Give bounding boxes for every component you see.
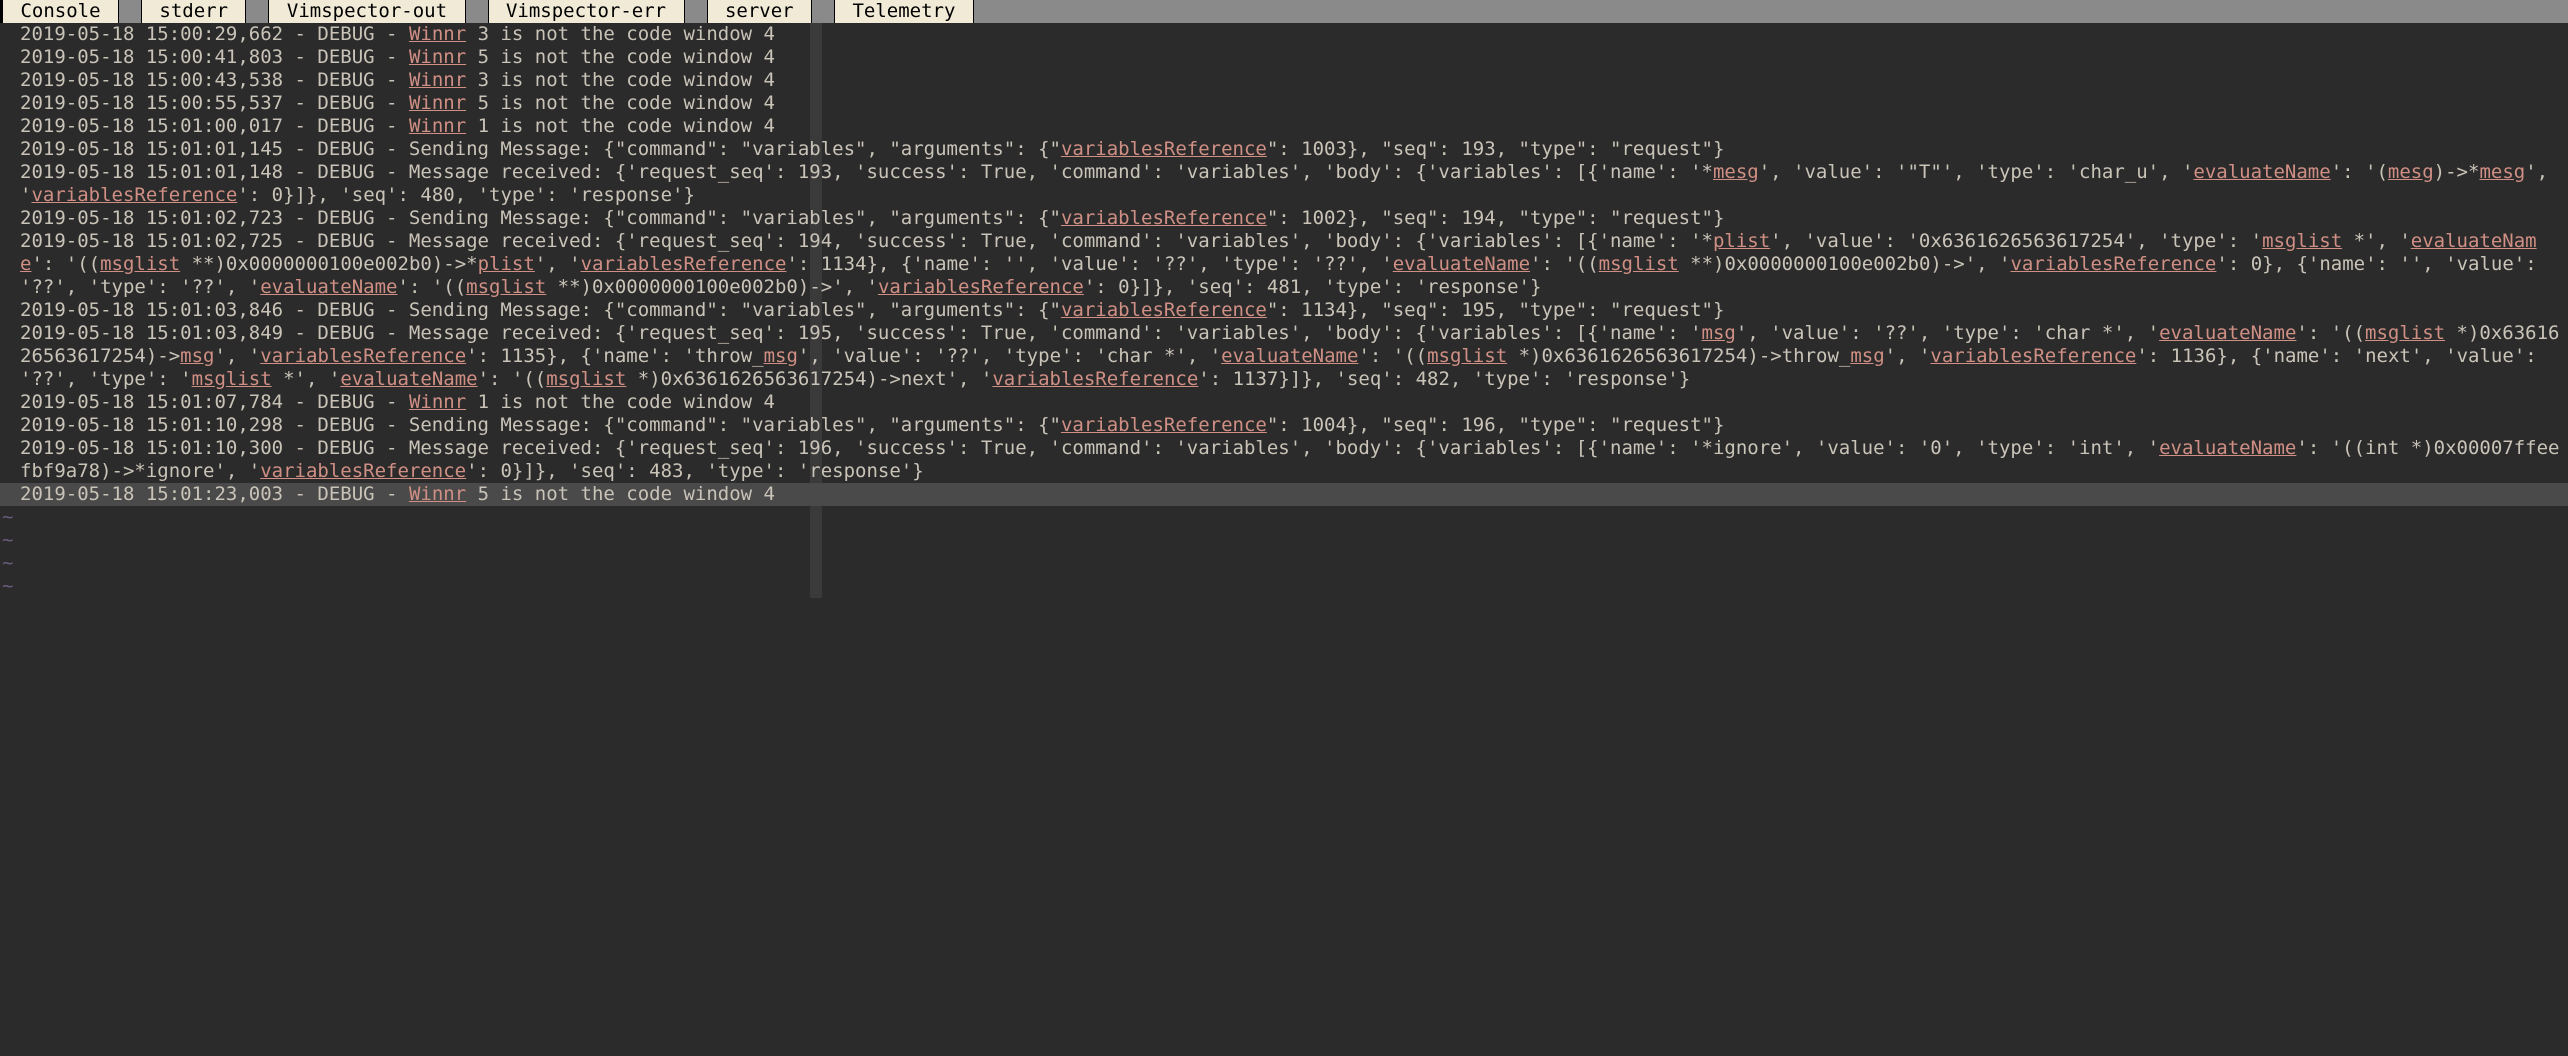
highlight-token: variablesReference — [1930, 345, 2136, 367]
highlight-token: Winnr — [409, 483, 466, 505]
highlight-token: msglist — [192, 368, 272, 390]
highlight-token: msglist — [546, 368, 626, 390]
highlight-token: Winnr — [409, 115, 466, 137]
log-content: 2019-05-18 15:00:29,662 - DEBUG - Winnr … — [0, 23, 2568, 598]
tab-server[interactable]: server — [707, 0, 813, 23]
highlight-token: evaluateName — [1221, 345, 1358, 367]
highlight-token: msg — [764, 345, 798, 367]
highlight-token: variablesReference — [260, 345, 466, 367]
log-line: 2019-05-18 15:01:10,300 - DEBUG - Messag… — [0, 437, 2568, 483]
highlight-token: variablesReference — [31, 184, 237, 206]
log-line: 2019-05-18 15:00:55,537 - DEBUG - Winnr … — [0, 92, 2568, 115]
tab-vimspector-out[interactable]: Vimspector-out — [268, 0, 465, 23]
highlight-token: variablesReference — [1061, 207, 1267, 229]
highlight-token: evaluateName — [260, 276, 397, 298]
highlight-token: msglist — [1427, 345, 1507, 367]
tab-stderr[interactable]: stderr — [141, 0, 247, 23]
log-line: 2019-05-18 15:00:29,662 - DEBUG - Winnr … — [0, 23, 2568, 46]
highlight-token: Winnr — [409, 69, 466, 91]
tab-console[interactable]: Console — [0, 0, 119, 23]
highlight-token: evaluateName — [340, 368, 477, 390]
highlight-token: variablesReference — [2010, 253, 2216, 275]
highlight-token: mesg — [2479, 161, 2525, 183]
empty-line-tilde: ~ — [0, 506, 2568, 529]
tab-telemetry[interactable]: Telemetry — [834, 0, 974, 23]
highlight-token: variablesReference — [878, 276, 1084, 298]
tab-bar: Console stderr Vimspector-out Vimspector… — [0, 0, 2568, 23]
log-line: 2019-05-18 15:00:43,538 - DEBUG - Winnr … — [0, 69, 2568, 92]
highlight-token: Winnr — [409, 23, 466, 45]
log-line: 2019-05-18 15:01:01,145 - DEBUG - Sendin… — [0, 138, 2568, 161]
highlight-token: msglist — [466, 276, 546, 298]
highlight-token: msg — [1702, 322, 1736, 344]
highlight-token: evaluateName — [2159, 322, 2296, 344]
highlight-token: Winnr — [409, 46, 466, 68]
highlight-token: mesg — [2388, 161, 2434, 183]
highlight-token: msglist — [1599, 253, 1679, 275]
highlight-token: Winnr — [409, 391, 466, 413]
log-line: 2019-05-18 15:01:02,723 - DEBUG - Sendin… — [0, 207, 2568, 230]
log-line: 2019-05-18 15:01:07,784 - DEBUG - Winnr … — [0, 391, 2568, 414]
highlight-token: variablesReference — [260, 460, 466, 482]
highlight-token: variablesReference — [581, 253, 787, 275]
log-line: 2019-05-18 15:01:01,148 - DEBUG - Messag… — [0, 161, 2568, 207]
highlight-token: variablesReference — [1061, 138, 1267, 160]
log-line: 2019-05-18 15:01:03,846 - DEBUG - Sendin… — [0, 299, 2568, 322]
highlight-token: mesg — [1713, 161, 1759, 183]
log-line: 2019-05-18 15:01:02,725 - DEBUG - Messag… — [0, 230, 2568, 299]
highlight-token: Winnr — [409, 92, 466, 114]
highlight-token: msglist — [100, 253, 180, 275]
highlight-token: msglist — [2262, 230, 2342, 252]
empty-line-tilde: ~ — [0, 552, 2568, 575]
empty-line-tilde: ~ — [0, 575, 2568, 598]
highlight-token: msg — [1850, 345, 1884, 367]
log-line: 2019-05-18 15:00:41,803 - DEBUG - Winnr … — [0, 46, 2568, 69]
log-line: 2019-05-18 15:01:00,017 - DEBUG - Winnr … — [0, 115, 2568, 138]
log-line: 2019-05-18 15:01:03,849 - DEBUG - Messag… — [0, 322, 2568, 391]
highlight-token: plist — [478, 253, 535, 275]
highlight-token: evaluateName — [2193, 161, 2330, 183]
highlight-token: msglist — [2365, 322, 2445, 344]
tab-vimspector-err[interactable]: Vimspector-err — [488, 0, 685, 23]
log-line: 2019-05-18 15:01:10,298 - DEBUG - Sendin… — [0, 414, 2568, 437]
highlight-token: variablesReference — [1061, 414, 1267, 436]
empty-line-tilde: ~ — [0, 529, 2568, 552]
highlight-token: evaluateName — [1393, 253, 1530, 275]
highlight-token: variablesReference — [1061, 299, 1267, 321]
highlight-token: variablesReference — [992, 368, 1198, 390]
highlight-token: msg — [180, 345, 214, 367]
highlight-token: plist — [1713, 230, 1770, 252]
log-line: 2019-05-18 15:01:23,003 - DEBUG - Winnr … — [0, 483, 2568, 506]
highlight-token: evaluateName — [2159, 437, 2296, 459]
